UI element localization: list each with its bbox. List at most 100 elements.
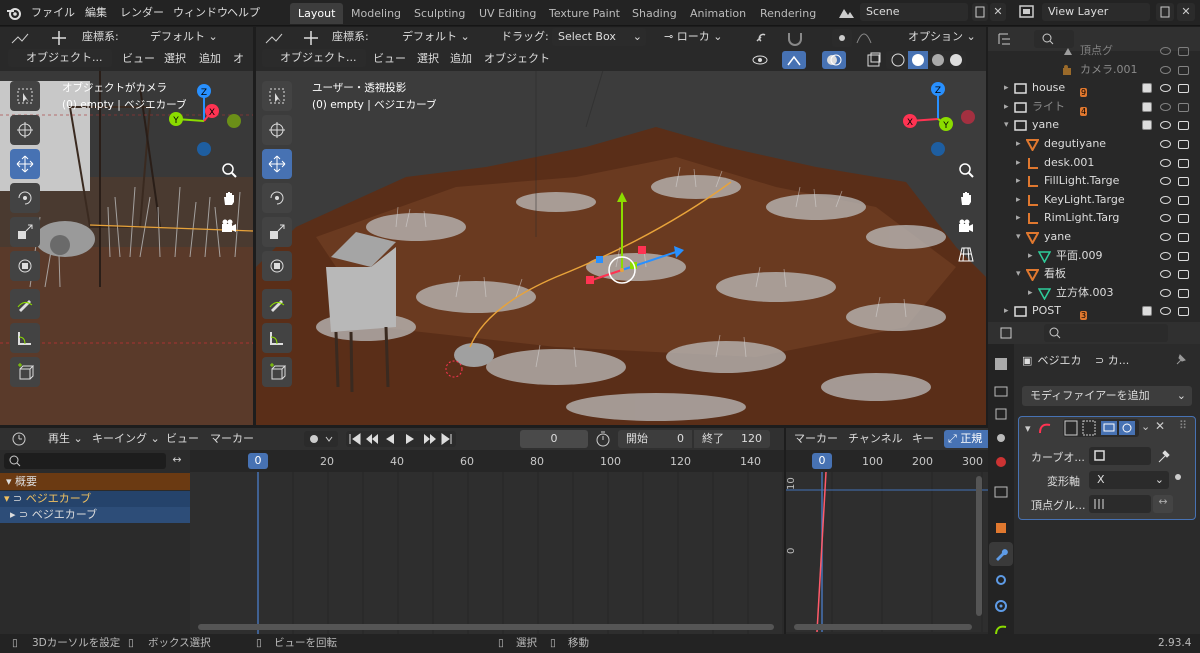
- world-tab-icon[interactable]: [989, 450, 1013, 474]
- visibility-eye-icon[interactable]: [1160, 251, 1171, 260]
- outliner-row[interactable]: カメラ.001: [988, 61, 1200, 80]
- outliner-row[interactable]: ▸ RimLight.Targ: [988, 209, 1200, 228]
- swap-channels-icon[interactable]: ↔: [168, 453, 186, 469]
- main-menu-view[interactable]: ビュー: [373, 49, 406, 69]
- tab-animation[interactable]: Animation: [682, 3, 754, 24]
- new-view-layer-icon[interactable]: [1156, 3, 1174, 21]
- main-select-box-tool-icon[interactable]: [262, 81, 292, 111]
- exclude-checkbox[interactable]: [1142, 120, 1152, 131]
- tab-uv-editing[interactable]: UV Editing: [471, 3, 544, 24]
- main-navigation-gizmo[interactable]: Z X Y: [900, 79, 980, 161]
- render-camera-icon[interactable]: [1178, 84, 1189, 94]
- modifier-collapse-icon[interactable]: ▾: [1025, 422, 1031, 435]
- visibility-eye-icon[interactable]: [1160, 84, 1171, 93]
- physics-tab-icon[interactable]: [989, 594, 1013, 618]
- playhead-marker[interactable]: 0: [248, 453, 268, 469]
- left-menu-view[interactable]: ビュー: [122, 49, 155, 69]
- render-camera-icon[interactable]: [1178, 47, 1189, 56]
- channel-search-icon[interactable]: [4, 453, 166, 469]
- delete-scene-icon[interactable]: ✕: [990, 3, 1006, 21]
- outliner-row[interactable]: ▸ KeyLight.Targe: [988, 191, 1200, 210]
- menu-file[interactable]: ファイル: [26, 4, 80, 22]
- dopesheet-scrollbar[interactable]: [198, 624, 774, 630]
- left-navigation-gizmo[interactable]: Z Y X: [164, 81, 244, 159]
- tab-layout[interactable]: Layout: [290, 3, 344, 24]
- transform-tool-icon[interactable]: [10, 251, 40, 281]
- main-coord-value[interactable]: デフォルト ⌄: [402, 27, 470, 47]
- rotate-tool-icon[interactable]: [10, 183, 40, 213]
- main-scale-tool-icon[interactable]: [262, 217, 292, 247]
- render-camera-icon[interactable]: [1178, 121, 1189, 131]
- expand-closed-icon[interactable]: ▸: [1004, 302, 1009, 321]
- main-transform-tool-icon[interactable]: [262, 251, 292, 281]
- render-camera-icon[interactable]: [1178, 307, 1189, 317]
- annotate-tool-icon[interactable]: [10, 289, 40, 319]
- expand-closed-icon[interactable]: ▸: [1016, 191, 1021, 210]
- vertex-group-field[interactable]: [1089, 495, 1151, 513]
- main-camera-view-icon[interactable]: [953, 213, 979, 239]
- perspective-grid-icon[interactable]: [953, 241, 979, 267]
- outliner-row[interactable]: 頂点グ: [988, 42, 1200, 61]
- visibility-toggle-icon[interactable]: [750, 51, 776, 69]
- properties-search-icon[interactable]: [1044, 324, 1168, 342]
- normalize-toggle[interactable]: ⤢ 正規: [944, 430, 988, 448]
- main-measure-tool-icon[interactable]: [262, 323, 292, 353]
- visibility-eye-icon[interactable]: [1160, 288, 1171, 297]
- scale-tool-icon[interactable]: [10, 217, 40, 247]
- tab-modeling[interactable]: Modeling: [343, 3, 409, 24]
- tab-shading[interactable]: Shading: [624, 3, 685, 24]
- menu-help[interactable]: ヘルプ: [222, 4, 265, 22]
- outliner-row[interactable]: ▾ yane: [988, 228, 1200, 247]
- expand-closed-icon[interactable]: ▸: [1016, 172, 1021, 191]
- view-layer-field[interactable]: View Layer: [1042, 3, 1150, 21]
- view-layer-icon[interactable]: [1016, 3, 1038, 21]
- record-auto-key-icon[interactable]: [304, 431, 338, 447]
- visibility-eye-icon[interactable]: [1160, 270, 1171, 279]
- render-camera-icon[interactable]: [1178, 251, 1189, 261]
- exclude-checkbox[interactable]: [1142, 83, 1152, 94]
- timeline-menu-keying[interactable]: キーイング ⌄: [92, 429, 160, 449]
- snap-magnet-icon[interactable]: [784, 29, 806, 47]
- main-pan-hand-icon[interactable]: [953, 185, 979, 211]
- summary-row[interactable]: ▾ 概要: [0, 473, 190, 490]
- main-menu-select[interactable]: 選択: [417, 49, 439, 69]
- outliner-row[interactable]: ▸ house 9: [988, 79, 1200, 98]
- visibility-eye-icon[interactable]: [1160, 65, 1171, 74]
- exclude-checkbox[interactable]: [1142, 101, 1152, 112]
- graph-menu-channel[interactable]: チャンネル: [848, 429, 903, 449]
- render-camera-icon[interactable]: [1178, 177, 1189, 187]
- new-scene-icon[interactable]: [972, 3, 988, 21]
- tab-sculpting[interactable]: Sculpting: [406, 3, 473, 24]
- pivot-dropdown[interactable]: ⊸ ローカ ⌄: [664, 27, 722, 47]
- gizmo-toggle-icon[interactable]: [782, 51, 806, 69]
- animate-property-dot-icon[interactable]: [1175, 474, 1181, 480]
- render-camera-icon[interactable]: [1178, 65, 1189, 75]
- blender-logo-icon[interactable]: [6, 5, 22, 21]
- expand-closed-icon[interactable]: ▸: [1004, 98, 1009, 117]
- main-transform-orientation-icon[interactable]: [262, 29, 292, 47]
- graph-menu-key[interactable]: キー: [912, 429, 934, 449]
- remove-modifier-icon[interactable]: ✕: [1155, 419, 1165, 433]
- left-mode-dropdown[interactable]: オブジェクト...: [8, 49, 112, 67]
- main-cursor-tool-icon[interactable]: [262, 115, 292, 145]
- main-move-tool-icon[interactable]: [262, 149, 292, 179]
- output-tab-icon[interactable]: [989, 402, 1013, 426]
- render-camera-icon[interactable]: [1178, 270, 1189, 280]
- dopesheet-area[interactable]: 0 20 40 60 80 100 120 140: [190, 450, 784, 634]
- drag-handle-icon[interactable]: ⠿: [1179, 419, 1187, 432]
- delete-view-layer-icon[interactable]: ✕: [1177, 3, 1195, 21]
- main-zoom-icon[interactable]: [953, 157, 979, 183]
- overlay-toggle-icon[interactable]: [822, 51, 846, 69]
- render-camera-icon[interactable]: [1178, 140, 1189, 149]
- expand-closed-icon[interactable]: ▸: [1004, 79, 1009, 98]
- render-camera-icon[interactable]: [1178, 158, 1189, 168]
- menu-render[interactable]: レンダー: [115, 4, 169, 22]
- tab-rendering[interactable]: Rendering: [752, 3, 824, 24]
- left-menu-select[interactable]: 選択: [164, 49, 186, 69]
- expand-closed-icon[interactable]: ▸: [1028, 284, 1033, 303]
- graph-scrollbar[interactable]: [794, 624, 972, 630]
- visibility-eye-icon[interactable]: [1160, 121, 1171, 130]
- outliner-row[interactable]: ▸ desk.001: [988, 154, 1200, 173]
- particles-tab-icon[interactable]: [989, 568, 1013, 592]
- outliner-row[interactable]: ▾ yane: [988, 116, 1200, 135]
